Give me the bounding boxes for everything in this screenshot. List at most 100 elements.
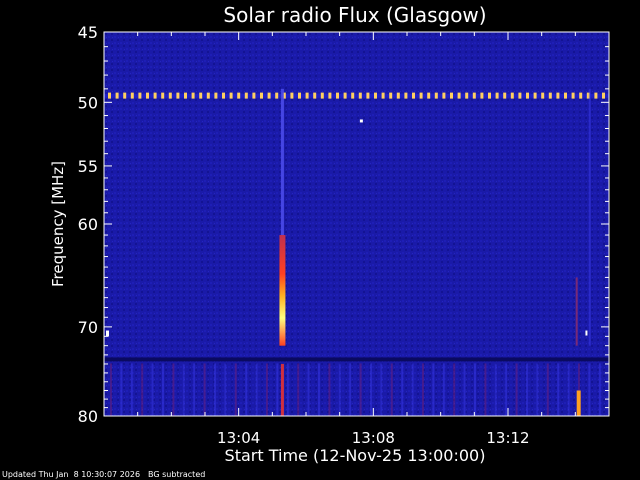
interference-dash <box>260 92 263 99</box>
interference-dash <box>176 92 180 99</box>
interference-stripe <box>598 363 601 416</box>
interference-dash <box>343 92 347 99</box>
interference-stripe <box>401 363 404 416</box>
speck <box>585 330 588 336</box>
interference-stripe <box>526 363 528 416</box>
interference-dash <box>480 92 484 99</box>
interference-dash <box>130 92 134 99</box>
band-gap <box>104 357 609 362</box>
interference-dash <box>533 92 537 99</box>
burst-lower <box>280 363 284 416</box>
interference-dash <box>564 92 567 99</box>
spectrogram-chart: Solar radio Flux (Glasgow) 13:04 13:08 13:… <box>49 3 610 465</box>
interference-dash <box>412 92 415 99</box>
interference-dash <box>404 92 408 99</box>
interference-stripe <box>193 363 196 416</box>
interference-stripe <box>463 363 466 416</box>
interference-stripe <box>276 363 279 416</box>
interference-dash <box>191 92 195 99</box>
x-tick-label: 13:04 <box>217 429 260 447</box>
interference-dash <box>556 92 560 99</box>
interference-stripe <box>515 363 518 416</box>
interference-dash <box>237 92 241 99</box>
interference-dash <box>328 92 332 99</box>
interference-dash <box>206 92 210 99</box>
interference-stripe <box>172 363 175 416</box>
interference-stripe <box>536 363 539 416</box>
interference-dash <box>146 92 149 99</box>
interference-dash <box>305 92 309 99</box>
interference-stripe <box>110 363 112 416</box>
interference-stripe <box>588 363 591 416</box>
footer: Updated Thu Jan 8 10:30:07 2026 BG subtra… <box>2 470 205 479</box>
bg-subtracted-note: BG subtracted <box>148 470 206 479</box>
interference-dash <box>252 92 256 99</box>
interference-dash <box>115 92 119 99</box>
interference-dash <box>495 92 499 99</box>
interference-dash <box>450 92 453 99</box>
interference-dash <box>602 92 605 99</box>
interference-stripe <box>442 363 445 416</box>
x-axis-label: Start Time (12-Nov-25 13:00:00) <box>225 446 486 465</box>
speck <box>359 119 363 123</box>
interference-dash <box>457 92 461 99</box>
interference-dash <box>366 92 370 99</box>
interference-dash <box>267 92 271 99</box>
interference-stripe <box>318 363 320 416</box>
plot-area <box>103 31 610 417</box>
interference-stripe <box>546 363 549 416</box>
interference-stripe <box>328 363 331 416</box>
interference-dash <box>168 92 172 99</box>
burst-core <box>279 235 286 346</box>
x-tick-label: 13:12 <box>486 429 529 447</box>
interference-stripe <box>380 363 383 416</box>
interference-stripe <box>422 363 424 416</box>
interference-stripe <box>494 363 497 416</box>
interference-dash <box>290 92 294 99</box>
interference-dash <box>510 92 514 99</box>
interference-dash <box>472 92 476 99</box>
interference-dash <box>123 92 127 99</box>
interference-dash <box>161 92 165 99</box>
interference-stripe <box>245 363 248 416</box>
interference-dash <box>336 92 339 99</box>
interference-stripe <box>141 363 144 416</box>
interference-stripe <box>234 363 237 416</box>
x-tick-label: 13:08 <box>352 429 395 447</box>
interference-dash <box>389 92 393 99</box>
interference-dash <box>518 92 522 99</box>
interference-stripe <box>214 363 216 416</box>
interference-dash <box>571 92 575 99</box>
interference-stripe <box>432 363 435 416</box>
interference-dash <box>244 92 248 99</box>
interference-stripe <box>567 363 570 416</box>
interference-dash <box>396 92 400 99</box>
y-tick-label: 45 <box>78 23 98 42</box>
interference-dash <box>358 92 362 99</box>
interference-dash <box>434 92 438 99</box>
interference-stripe <box>349 363 352 416</box>
speck <box>106 330 109 337</box>
late-burst-faint <box>575 277 578 346</box>
interference-dash <box>222 92 225 99</box>
chart-title: Solar radio Flux (Glasgow) <box>223 3 486 27</box>
interference-dash <box>427 92 431 99</box>
interference-stripe <box>130 363 133 416</box>
interference-stripe <box>359 363 362 416</box>
interference-stripe <box>390 363 393 416</box>
interference-stripe <box>370 363 372 416</box>
interference-stripe <box>203 363 206 416</box>
interference-dash <box>138 92 142 99</box>
interference-dash <box>541 92 545 99</box>
interference-dash <box>548 92 552 99</box>
interference-dash <box>184 92 187 99</box>
y-tick-label: 70 <box>78 318 98 337</box>
interference-stripe <box>255 363 258 416</box>
interference-dash <box>419 92 423 99</box>
interference-stripe <box>338 363 341 416</box>
interference-stripe <box>120 363 123 416</box>
interference-dash <box>199 92 203 99</box>
interference-dash <box>594 92 598 99</box>
interference-stripe <box>162 363 164 416</box>
late-faint-line <box>588 88 591 346</box>
